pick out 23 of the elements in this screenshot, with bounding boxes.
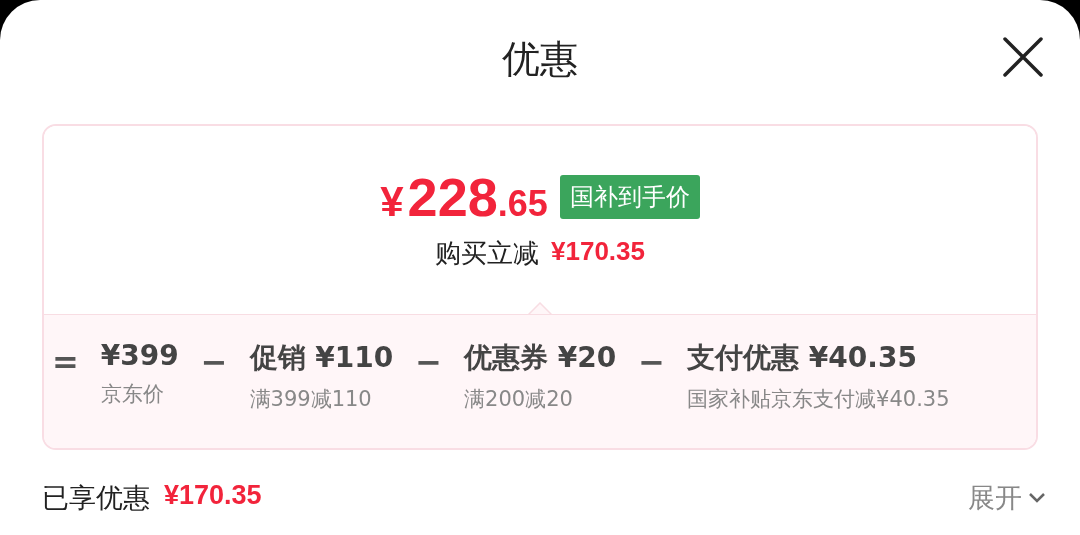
sheet-title: 优惠 <box>502 35 578 83</box>
saving-amount: ¥170.35 <box>551 236 645 268</box>
breakdown-amount: 支付优惠 ¥40.35 <box>687 340 918 376</box>
chevron-down-icon <box>1028 492 1046 504</box>
saving-label: 购买立减 <box>435 237 539 270</box>
subsidy-badge: 国补到手价 <box>559 175 700 219</box>
final-price: ¥228.65 <box>380 170 548 224</box>
operator-sign: − <box>415 343 443 381</box>
breakdown-note: 满200减20 <box>464 386 574 413</box>
close-icon <box>1002 36 1044 78</box>
breakdown-note: 京东价 <box>100 381 165 408</box>
breakdown-amount: 促销 ¥110 <box>249 340 394 376</box>
close-button[interactable] <box>1002 36 1044 78</box>
operator-sign: − <box>200 343 228 381</box>
breakdown-note: 满399减110 <box>249 386 373 413</box>
total-discount-label: 已享优惠 <box>42 481 150 515</box>
breakdown-amount: ¥399 <box>100 339 179 372</box>
operator-sign: = <box>52 343 79 381</box>
operator-sign: − <box>638 343 666 381</box>
expand-button[interactable]: 展开 <box>968 480 1046 516</box>
breakdown-amount: 优惠券 ¥20 <box>464 340 617 376</box>
breakdown-note: 国家补贴京东支付减¥40.35 <box>687 386 950 413</box>
total-discount-amount: ¥170.35 <box>164 480 262 512</box>
